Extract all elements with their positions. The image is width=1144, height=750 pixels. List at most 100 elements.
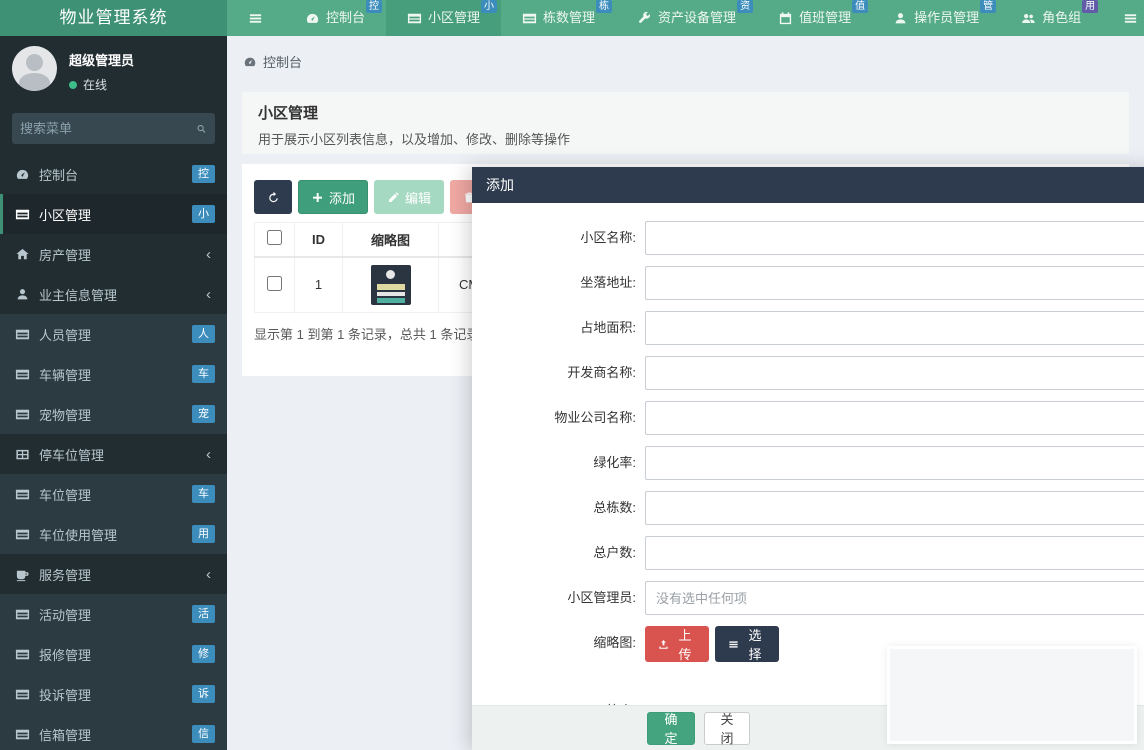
sidebar-item-service-management[interactable]: 服务管理 ‹	[0, 554, 227, 594]
cup-icon	[15, 567, 30, 582]
edit-button[interactable]: 编辑	[374, 180, 444, 214]
sidebar-toggle-button[interactable]	[227, 0, 284, 36]
address-input[interactable]	[645, 266, 1144, 300]
table-icon	[15, 607, 30, 622]
menu-badge: 车	[192, 365, 215, 383]
tab-badge: 栋	[596, 0, 612, 13]
table-icon	[15, 687, 30, 702]
land-area-input[interactable]	[645, 311, 1144, 345]
page-header: 小区管理 用于展示小区列表信息，以及增加、修改、删除等操作	[242, 92, 1129, 154]
total-buildings-input[interactable]	[645, 491, 1144, 525]
column-header-id[interactable]: ID	[295, 223, 343, 257]
row-checkbox[interactable]	[267, 276, 282, 291]
tab-dashboard[interactable]: 控制台 控	[284, 0, 386, 36]
sidebar-item-mailbox[interactable]: 信箱管理 信	[0, 714, 227, 750]
tab-rules-truncated[interactable]: 规	[1102, 0, 1144, 36]
home-icon	[15, 247, 30, 262]
table-icon	[15, 527, 30, 542]
choose-button[interactable]: 选择	[715, 626, 779, 662]
select-all-checkbox[interactable]	[267, 230, 282, 245]
gauge-icon	[243, 55, 257, 69]
close-button[interactable]: 关闭	[704, 712, 750, 745]
community-manager-select[interactable]	[645, 581, 1144, 615]
sidebar-item-repair[interactable]: 报修管理 修	[0, 634, 227, 674]
table-icon	[522, 11, 537, 26]
chevron-left-icon: ‹	[206, 286, 215, 303]
table-icon	[15, 367, 30, 382]
field-label-greening-rate: 绿化率:	[472, 446, 645, 480]
sidebar-item-owner-info[interactable]: 业主信息管理 ‹	[0, 274, 227, 314]
user-name: 超级管理员	[69, 50, 134, 69]
menu-badge: 宠	[192, 405, 215, 423]
modal-header: 添加	[472, 167, 1144, 203]
property-company-input[interactable]	[645, 401, 1144, 435]
pagination-summary: 显示第 1 到第 1 条记录，总共 1 条记录	[254, 324, 479, 343]
sidebar-item-activity[interactable]: 活动管理 活	[0, 594, 227, 634]
chevron-left-icon: ‹	[206, 566, 215, 583]
online-dot-icon	[69, 81, 77, 89]
field-label-total-households: 总户数:	[472, 536, 645, 570]
user-icon	[15, 287, 30, 302]
menu-badge: 小	[192, 205, 215, 223]
field-label-total-buildings: 总栋数:	[472, 491, 645, 525]
developer-name-input[interactable]	[645, 356, 1144, 390]
tab-asset-equipment[interactable]: 资产设备管理 资	[616, 0, 757, 36]
community-name-input[interactable]	[645, 221, 1144, 255]
sidebar-search	[12, 113, 215, 144]
gauge-icon	[305, 11, 320, 26]
modal-body: 小区名称: 坐落地址: 占地面积: 开发商名称: 物业公司名称: 绿化率:	[472, 203, 1144, 705]
tab-label: 值班管理	[799, 0, 851, 36]
tab-duty-management[interactable]: 值班管理 值	[757, 0, 872, 36]
top-navbar: 物业管理系统 控制台 控 小区管理 小 栋数管理 栋 资产设备	[0, 0, 1144, 36]
search-icon[interactable]	[196, 122, 207, 136]
add-button[interactable]: 添加	[298, 180, 368, 214]
greening-rate-input[interactable]	[645, 446, 1144, 480]
sidebar-item-pet[interactable]: 宠物管理 宠	[0, 394, 227, 434]
sidebar-item-dashboard[interactable]: 控制台 控	[0, 154, 227, 194]
table-icon	[15, 647, 30, 662]
users-icon	[1021, 11, 1036, 26]
menu-badge: 诉	[192, 685, 215, 703]
top-nav: 控制台 控 小区管理 小 栋数管理 栋 资产设备管理 资 值班管理 值	[227, 0, 1144, 36]
upload-button[interactable]: 上传	[645, 626, 709, 662]
menu-badge: 活	[192, 605, 215, 623]
refresh-icon	[267, 191, 280, 204]
menu-badge: 用	[192, 525, 215, 543]
user-status-label: 在线	[83, 76, 107, 93]
sidebar-item-complaint[interactable]: 投诉管理 诉	[0, 674, 227, 714]
parking-grid-icon	[15, 447, 30, 462]
menu-badge: 修	[192, 645, 215, 663]
column-header-thumbnail[interactable]: 缩略图	[343, 223, 439, 257]
breadcrumb-item[interactable]: 控制台	[263, 52, 302, 71]
tab-building-management[interactable]: 栋数管理 栋	[501, 0, 616, 36]
sidebar-item-property-management[interactable]: 房产管理 ‹	[0, 234, 227, 274]
cell-id: 1	[295, 257, 343, 313]
tab-label: 角色组	[1042, 0, 1081, 36]
sidebar-item-vehicle[interactable]: 车辆管理 车	[0, 354, 227, 394]
table-icon	[407, 11, 422, 26]
refresh-button[interactable]	[254, 180, 292, 214]
tab-community-management[interactable]: 小区管理 小	[386, 0, 501, 36]
chevron-left-icon: ‹	[206, 446, 215, 463]
menu-search-input[interactable]	[20, 121, 196, 136]
sidebar-item-personnel[interactable]: 人员管理 人	[0, 314, 227, 354]
sidebar-item-community-management[interactable]: 小区管理 小	[0, 194, 227, 234]
sidebar-item-parking-management[interactable]: 停车位管理 ‹	[0, 434, 227, 474]
table-icon	[15, 407, 30, 422]
total-households-input[interactable]	[645, 536, 1144, 570]
thumbnail-image	[371, 265, 411, 305]
field-label-land-area: 占地面积:	[472, 311, 645, 345]
confirm-button[interactable]: 确定	[647, 712, 695, 745]
tab-role-group[interactable]: 角色组 用	[1000, 0, 1102, 36]
menu-badge: 控	[192, 165, 215, 183]
sidebar-item-parking-space[interactable]: 车位管理 车	[0, 474, 227, 514]
tab-label: 控制台	[326, 0, 365, 36]
app-brand: 物业管理系统	[0, 0, 227, 36]
tab-label: 操作员管理	[914, 0, 979, 36]
sidebar-item-parking-usage[interactable]: 车位使用管理 用	[0, 514, 227, 554]
calendar-icon	[778, 11, 793, 26]
modal-title: 添加	[486, 175, 514, 195]
tab-badge: 值	[852, 0, 868, 13]
page-title: 小区管理	[258, 102, 1113, 123]
tab-operator-management[interactable]: 操作员管理 管	[872, 0, 1000, 36]
